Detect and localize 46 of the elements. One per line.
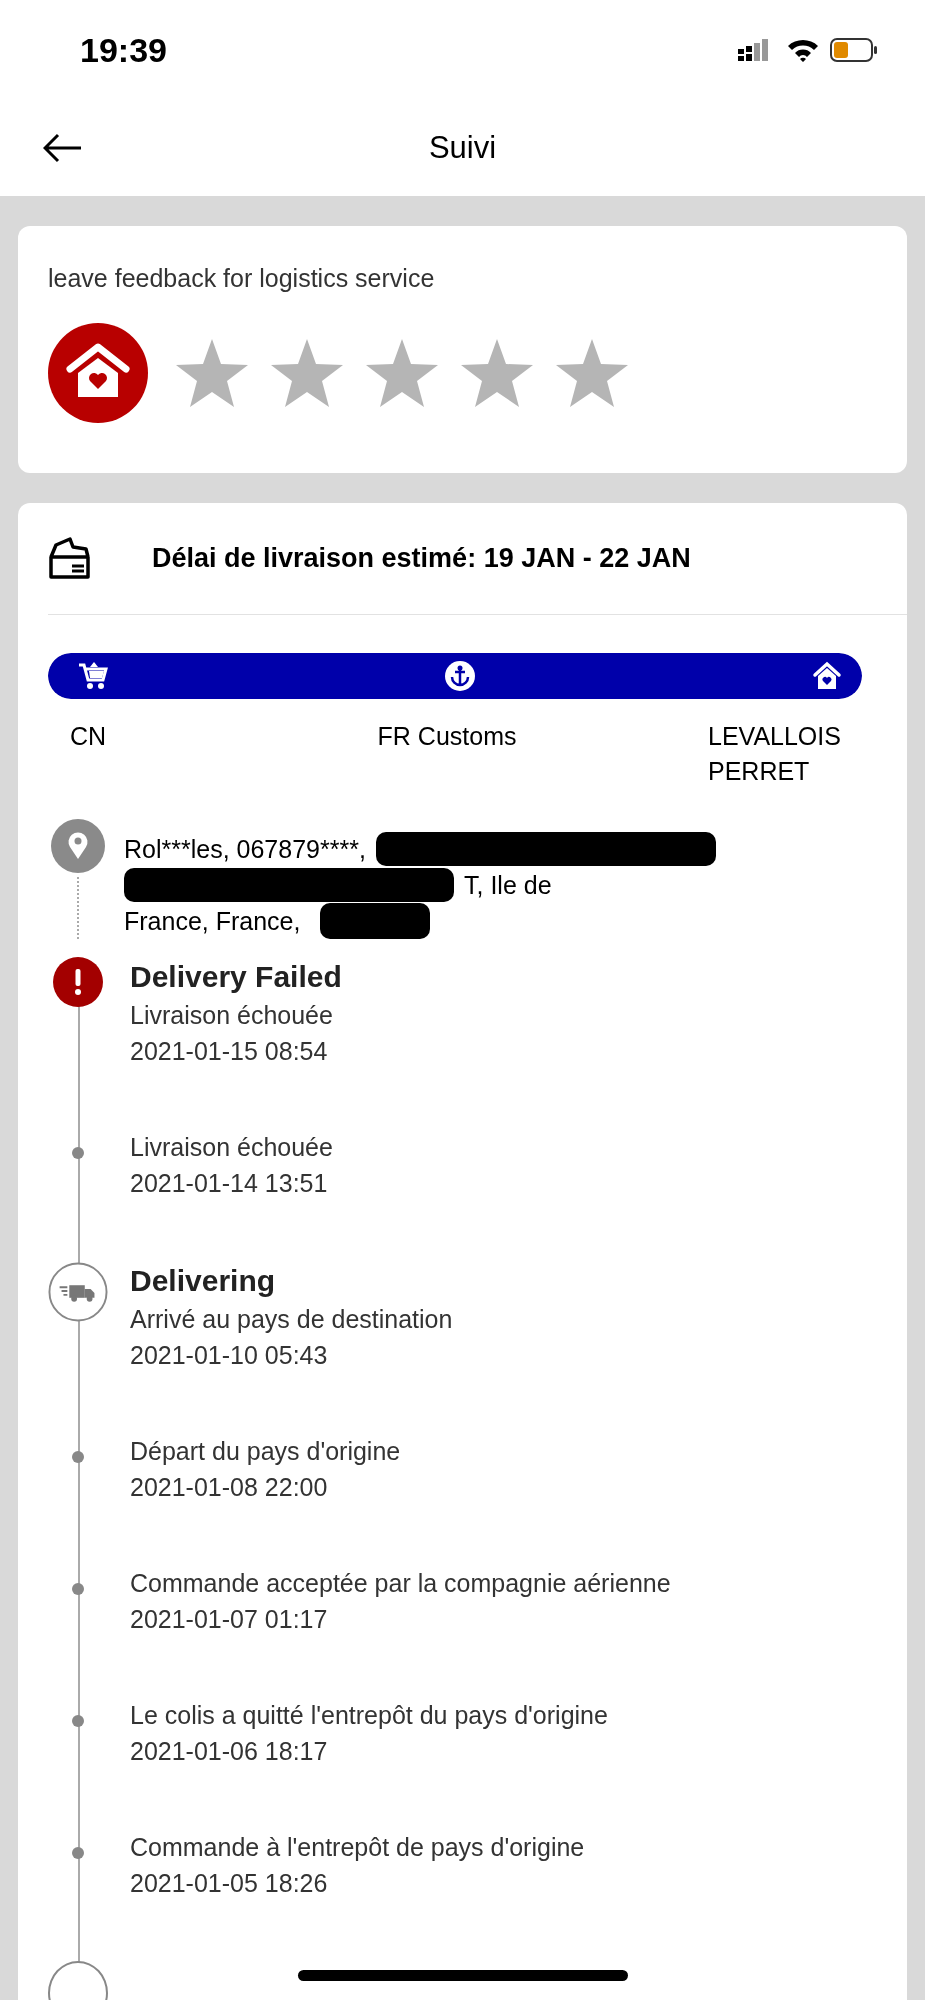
feedback-prompt: leave feedback for logistics service xyxy=(48,264,436,293)
timeline-dot xyxy=(72,1847,84,1859)
event-title: Delivery Failed xyxy=(130,959,342,995)
alert-icon xyxy=(53,957,103,1007)
anchor-icon xyxy=(445,661,475,691)
parcel-box-icon xyxy=(48,537,92,579)
timeline-dot xyxy=(72,1715,84,1727)
event-description: Arrivé au pays de destination xyxy=(130,1304,453,1335)
delivery-estimate: Délai de livraison estimé: 19 JAN - 22 JAN xyxy=(152,542,691,574)
house-heart-icon xyxy=(812,661,842,691)
timeline-dot xyxy=(72,1451,84,1463)
page-title: Suivi xyxy=(428,130,497,166)
cart-icon xyxy=(78,662,108,690)
event-time: 2021-01-06 18:17 xyxy=(130,1736,329,1767)
event-description: Départ du pays d'origine xyxy=(130,1436,401,1467)
event-time: 2021-01-08 22:00 xyxy=(130,1472,329,1503)
back-arrow-icon[interactable] xyxy=(43,133,83,163)
timeline-dot xyxy=(72,1147,84,1159)
truck-icon xyxy=(48,1261,108,1323)
event-time: 2021-01-14 13:51 xyxy=(130,1168,329,1199)
event-time: 2021-01-05 18:26 xyxy=(130,1868,329,1899)
event-title: Delivering xyxy=(130,1263,277,1299)
wifi-icon xyxy=(786,38,820,62)
route-stop-label: CN xyxy=(70,721,107,752)
battery-icon xyxy=(830,38,878,62)
rating-star[interactable] xyxy=(461,339,533,407)
event-description: Commande acceptée par la compagnie aérienne xyxy=(130,1568,671,1599)
address-line: T, Ile de xyxy=(464,870,552,901)
rating-star[interactable] xyxy=(176,339,248,407)
event-description: Commande à l'entrepôt de pays d'origine xyxy=(130,1832,585,1863)
address-line: Rol***les, 067879****, xyxy=(124,834,366,865)
address-line: France, France, xyxy=(124,906,301,937)
route-stop-label: FR Customs xyxy=(377,721,517,752)
event-description: Le colis a quitté l'entrepôt du pays d'origine xyxy=(130,1700,608,1731)
event-time: 2021-01-15 08:54 xyxy=(130,1036,329,1067)
status-time: 19:39 xyxy=(80,30,167,70)
event-description: Livraison échouée xyxy=(130,1000,334,1031)
event-time: 2021-01-07 01:17 xyxy=(130,1604,329,1635)
event-time: 2021-01-10 05:43 xyxy=(130,1340,329,1371)
rating-star[interactable] xyxy=(556,339,628,407)
rating-star[interactable] xyxy=(271,339,343,407)
event-description: Livraison échouée xyxy=(130,1132,333,1163)
timeline-dot xyxy=(72,1583,84,1595)
rating-star[interactable] xyxy=(366,339,438,407)
location-pin-icon xyxy=(51,819,105,873)
route-stop-label: LEVALLOIS PERRET xyxy=(708,721,842,787)
